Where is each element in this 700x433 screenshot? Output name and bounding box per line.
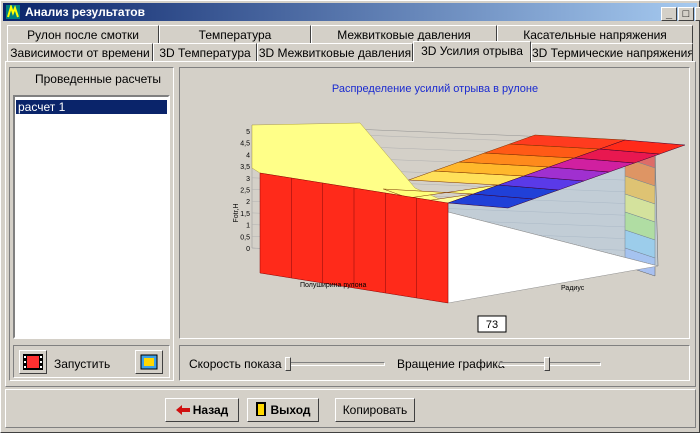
chart-value-text: 73 [486, 319, 498, 331]
runs-header: Проведенные расчеты [35, 72, 162, 86]
tab-3d-interturn-pressure[interactable]: 3D Межвитковые давления [257, 43, 413, 61]
run-label: Запустить [54, 357, 111, 371]
z-tick-label: 0,5 [240, 234, 250, 241]
door-icon [256, 402, 267, 416]
back-button[interactable]: Назад [165, 398, 239, 422]
copy-button[interactable]: Копировать [335, 398, 415, 422]
peel-force-chart: Распределение усилий отрыва в рулоне 0 0,… [233, 83, 686, 333]
y-axis-label: Радиус [561, 285, 585, 292]
tab-3d-temperature[interactable]: 3D Температура [153, 43, 257, 61]
window-title: Анализ результатов [25, 5, 145, 19]
z-tick-label: 4,5 [240, 141, 250, 148]
picture-icon [140, 354, 158, 370]
z-tick-label: 4 [246, 152, 250, 159]
exit-label: Выход [270, 403, 311, 417]
rotation-slider-thumb[interactable] [544, 357, 551, 371]
tab-temperature[interactable]: Температура [159, 25, 311, 43]
film-icon [23, 354, 43, 370]
close-button[interactable]: × [695, 7, 700, 21]
minimize-button[interactable]: _ [661, 7, 677, 21]
z-tick-label: 2 [246, 199, 250, 206]
arrow-left-icon [175, 405, 190, 415]
z-axis-ticks: 0 0,5 1 1,5 2 2,5 3 3,5 4 4,5 5 [240, 129, 250, 253]
tab-roll-after-winding[interactable]: Рулон после смотки [7, 25, 159, 43]
tab-3d-peel-force[interactable]: 3D Усилия отрыва [413, 41, 531, 62]
z-tick-label: 3,5 [240, 164, 250, 171]
tab-3d-thermal-stress[interactable]: 3D Термические напряжения [531, 43, 693, 61]
runs-list[interactable]: расчет 1 [13, 95, 170, 339]
z-tick-label: 1 [246, 223, 250, 230]
maximize-button[interactable]: □ [678, 7, 694, 21]
speed-slider-track[interactable] [285, 362, 385, 366]
z-tick-label: 0 [246, 246, 250, 253]
speed-label: Скорость показа [189, 357, 282, 371]
back-label: Назад [192, 403, 229, 417]
tab-time-dependence[interactable]: Зависимости от времени [7, 43, 153, 61]
main-window: Анализ результатов _ □ × Рулон после смо… [0, 0, 700, 433]
x-axis-label: Полуширина рулона [300, 282, 366, 289]
z-tick-label: 1,5 [240, 211, 250, 218]
z-tick-label: 3 [246, 176, 250, 183]
exit-button[interactable]: Выход [247, 398, 319, 422]
chart-title: Распределение усилий отрыва в рулоне [332, 83, 538, 95]
z-axis-label: Fotr,Н [233, 203, 240, 222]
z-tick-label: 5 [246, 129, 250, 136]
app-icon [6, 5, 20, 19]
title-bar: Анализ результатов _ □ × [3, 3, 700, 21]
speed-slider-thumb[interactable] [285, 357, 291, 371]
rotation-label: Вращение графика [397, 357, 505, 371]
run-button[interactable] [19, 350, 47, 374]
preview-button[interactable] [135, 350, 163, 374]
z-tick-label: 2,5 [240, 188, 250, 195]
list-item[interactable]: расчет 1 [16, 100, 167, 114]
